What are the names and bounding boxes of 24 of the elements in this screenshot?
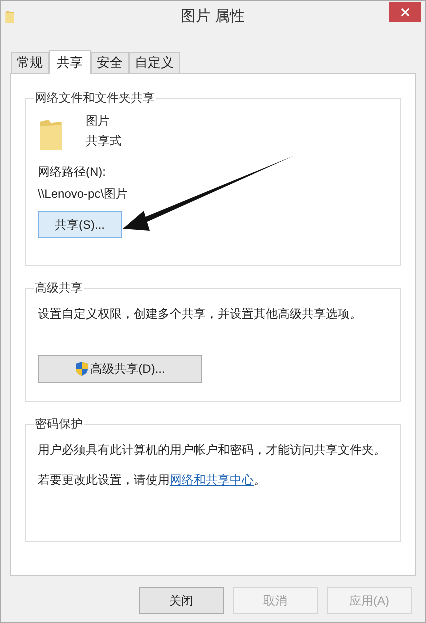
group-title: 网络文件和文件夹共享 [34, 90, 156, 106]
folder-name: 图片 [86, 113, 111, 130]
tab[interactable]: 共享 [49, 50, 91, 74]
tab[interactable]: 自定义 [129, 52, 180, 73]
share-button[interactable]: 共享(S)... [38, 211, 122, 238]
group-title: 高级共享 [34, 280, 84, 296]
close-button[interactable] [389, 2, 421, 22]
close-icon [400, 8, 410, 16]
tab[interactable]: 常规 [11, 52, 49, 73]
settings-hint: 若要更改此设置，请使用网络和共享中心。 [38, 472, 267, 489]
dialog-button[interactable]: 关闭 [139, 587, 224, 614]
advanced-share-button[interactable]: 高级共享(D)... [38, 355, 202, 383]
folder-status: 共享式 [86, 133, 122, 150]
network-center-link[interactable]: 网络和共享中心 [170, 473, 254, 487]
tab[interactable]: 安全 [91, 52, 129, 73]
window-title: 图片 属性 [180, 6, 246, 27]
shield-icon [74, 361, 89, 377]
network-path: \\Lenovo-pc\图片 [38, 186, 130, 203]
password-description: 用户必须具有此计算机的用户帐户和密码，才能访问共享文件夹。 [38, 442, 387, 459]
folder-icon [38, 117, 64, 153]
group-title: 密码保护 [34, 416, 84, 432]
advanced-description: 设置自定义权限，创建多个共享，并设置其他高级共享选项。 [38, 306, 363, 323]
path-label: 网络路径(N): [38, 164, 107, 181]
folder-icon [5, 10, 15, 24]
